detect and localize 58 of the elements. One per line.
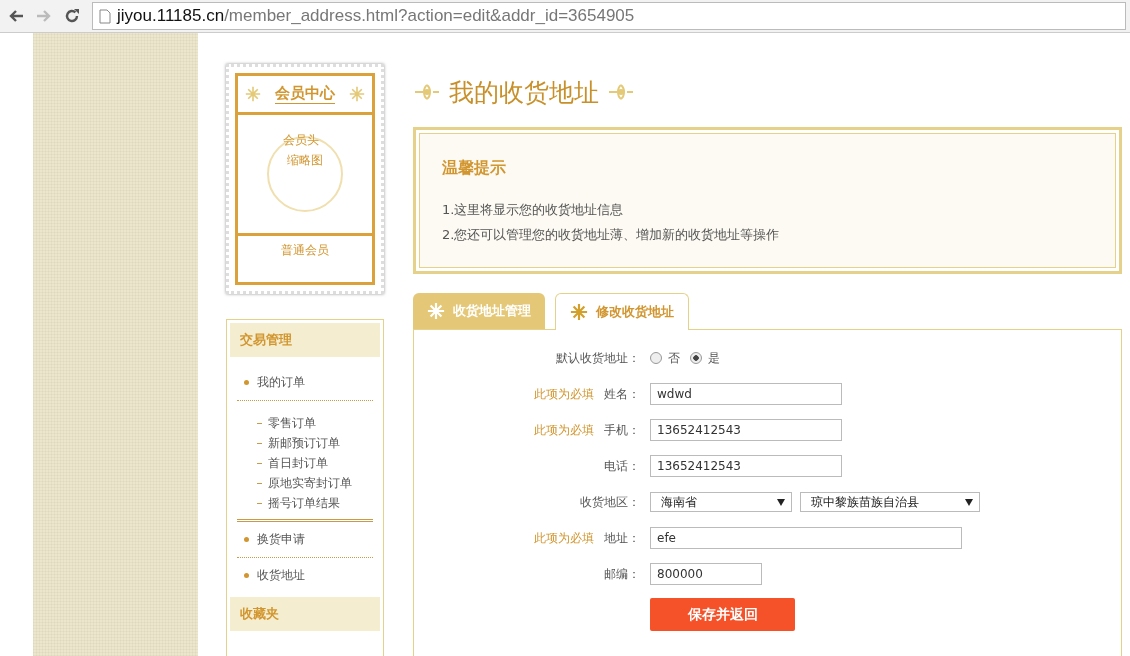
menu-item[interactable]: 换货申请 xyxy=(257,531,305,548)
avatar-alt-text: 缩略图 xyxy=(287,152,323,169)
dropdown[interactable]: 海南省 xyxy=(650,492,792,512)
tip-title: 温馨提示 xyxy=(442,158,507,179)
text-field[interactable]: 13652412543 xyxy=(650,455,842,477)
caret-icon xyxy=(777,498,785,506)
submenu-item[interactable]: 零售订单 xyxy=(268,414,316,432)
caret-icon xyxy=(965,498,973,506)
submenu-item[interactable]: 首日封订单 xyxy=(268,454,328,472)
menu-heading: 收藏夹 xyxy=(230,597,380,631)
address-bar[interactable]: jiyou.11185.cn/member_address.html?action=edit&addr_id=3654905 xyxy=(92,2,1126,30)
page-title: 我的收货地址 xyxy=(449,76,599,109)
ornament-icon xyxy=(607,82,635,102)
field-label: 收货地区： xyxy=(580,493,640,511)
bullet-icon xyxy=(244,573,249,578)
ornament-icon xyxy=(427,302,445,320)
dash-icon xyxy=(257,502,262,504)
dropdown[interactable]: 琼中黎族苗族自治县 xyxy=(800,492,980,512)
tip-text: 1.这里将显示您的收货地址信息 xyxy=(442,201,625,219)
required-note: 此项为必填 xyxy=(534,385,594,403)
text-field[interactable]: efe xyxy=(650,527,962,549)
menu-item[interactable]: 收货地址 xyxy=(257,567,305,584)
menu-item[interactable]: 我的订单 xyxy=(257,374,305,391)
field-label: 默认收货地址： xyxy=(556,349,640,367)
menu-heading: 交易管理 xyxy=(230,323,380,357)
required-note: 此项为必填 xyxy=(534,421,594,439)
text-field[interactable]: 800000 xyxy=(650,563,762,585)
dash-icon xyxy=(257,442,262,444)
ornament-icon xyxy=(245,86,261,102)
dash-icon xyxy=(257,422,262,424)
submenu-item[interactable]: 新邮预订订单 xyxy=(268,434,340,452)
radio-button[interactable] xyxy=(690,352,702,364)
back-icon[interactable] xyxy=(8,9,24,23)
field-label: 手机： xyxy=(604,421,640,439)
required-note: 此项为必填 xyxy=(534,529,594,547)
dash-icon xyxy=(257,482,262,484)
ornament-icon xyxy=(413,82,441,102)
dash-icon xyxy=(257,462,262,464)
member-level: 普通会员 xyxy=(281,242,329,259)
field-label: 姓名： xyxy=(604,385,640,403)
field-label: 邮编： xyxy=(604,565,640,583)
page-icon xyxy=(99,8,111,24)
text-field[interactable]: wdwd xyxy=(650,383,842,405)
field-label: 地址： xyxy=(604,529,640,547)
avatar-alt-text: 会员头 xyxy=(283,132,319,149)
radio-label: 否 xyxy=(668,349,680,367)
reload-icon[interactable] xyxy=(64,8,80,24)
tip-text: 2.您还可以管理您的收货地址薄、增加新的收货地址等操作 xyxy=(442,226,781,244)
radio-label: 是 xyxy=(708,349,720,367)
ornament-icon xyxy=(570,303,588,321)
submenu-item[interactable]: 原地实寄封订单 xyxy=(268,474,352,492)
radio-button[interactable] xyxy=(650,352,662,364)
submenu-item[interactable]: 摇号订单结果 xyxy=(268,494,340,512)
bullet-icon xyxy=(244,380,249,385)
ornament-icon xyxy=(349,86,365,102)
bullet-icon xyxy=(244,537,249,542)
text-field[interactable]: 13652412543 xyxy=(650,419,842,441)
field-label: 电话： xyxy=(604,457,640,475)
